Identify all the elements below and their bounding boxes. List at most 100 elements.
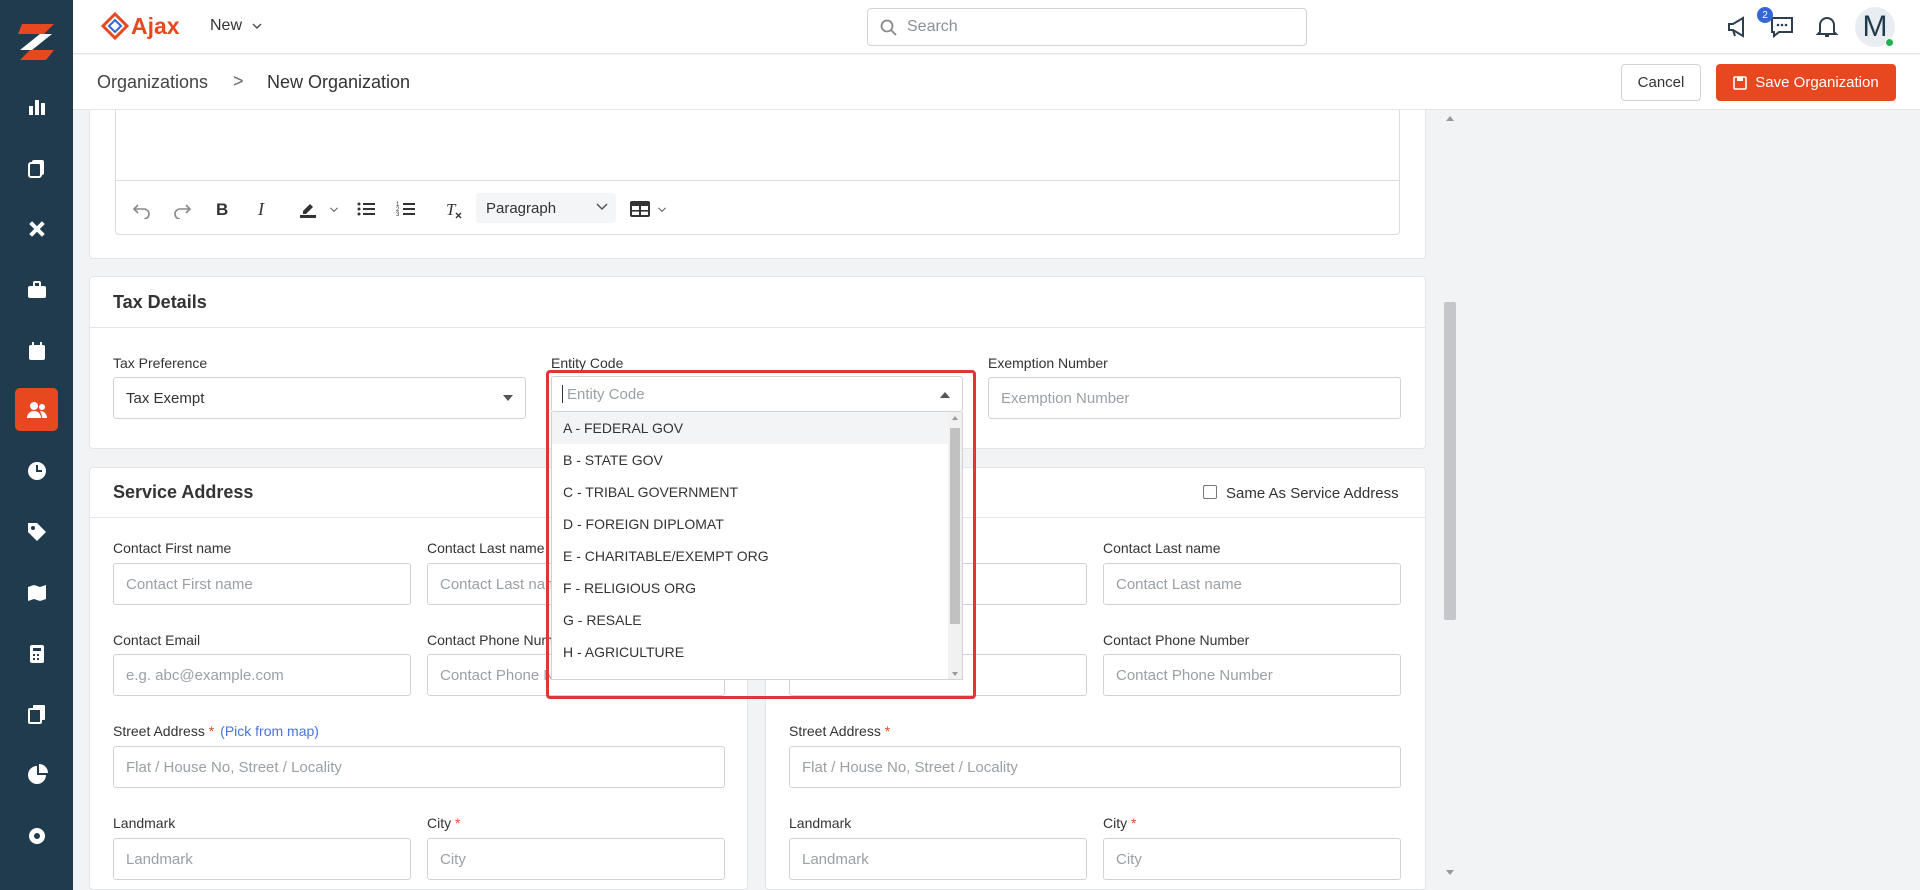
paragraph-style-select[interactable]: Paragraph xyxy=(476,193,616,223)
table-chevron-icon[interactable] xyxy=(656,198,668,220)
same-as-service-label: Same As Service Address xyxy=(1226,485,1399,502)
app-logo-icon[interactable] xyxy=(14,20,58,62)
exemption-number-input[interactable]: Exemption Number xyxy=(988,377,1401,419)
contact-email-label: Contact Email xyxy=(113,632,201,648)
required-marker: * xyxy=(455,815,461,831)
tax-preference-select[interactable]: Tax Exempt xyxy=(113,377,526,419)
highlight-chevron-icon[interactable] xyxy=(328,198,340,220)
billing-city-label-text: City xyxy=(1103,815,1128,831)
nav-calendar-icon[interactable] xyxy=(15,329,58,372)
same-as-service-checkbox[interactable] xyxy=(1203,485,1217,499)
landmark-label: Landmark xyxy=(113,815,176,831)
street-address-label: Street Address * (Pick from map) xyxy=(113,723,319,739)
billing-street-address-label: Street Address * xyxy=(789,723,890,739)
undo-icon[interactable] xyxy=(132,198,152,220)
nav-organizations-icon[interactable] xyxy=(15,388,58,431)
editor-toolbar: B I 123 T Paragraph xyxy=(116,180,1399,235)
online-status-dot xyxy=(1885,38,1894,47)
announcement-icon[interactable] xyxy=(1725,14,1751,40)
bullet-list-icon[interactable] xyxy=(356,198,376,220)
nav-quotes-icon[interactable] xyxy=(15,146,58,189)
nav-documents-icon[interactable] xyxy=(15,692,58,735)
nav-dashboard-icon[interactable] xyxy=(15,85,58,128)
street-address-input[interactable]: Flat / House No, Street / Locality xyxy=(113,746,725,788)
placeholder: Flat / House No, Street / Locality xyxy=(126,758,342,776)
search-icon xyxy=(880,19,897,36)
divider xyxy=(90,327,1425,328)
placeholder: e.g. abc@example.com xyxy=(126,666,284,684)
exemption-number-label: Exemption Number xyxy=(988,355,1108,371)
table-icon[interactable] xyxy=(630,198,650,220)
tax-details-title: Tax Details xyxy=(113,292,207,312)
billing-contact-last-name-input[interactable]: Contact Last name xyxy=(1103,563,1401,605)
contact-first-name-input[interactable]: Contact First name xyxy=(113,563,411,605)
billing-contact-phone-label: Contact Phone Number xyxy=(1103,632,1250,648)
nav-tools-icon[interactable] xyxy=(15,207,58,250)
required-marker: * xyxy=(1131,815,1137,831)
save-button-label: Save Organization xyxy=(1755,74,1879,91)
new-menu[interactable]: New xyxy=(210,17,262,35)
placeholder: Landmark xyxy=(802,850,869,868)
pick-from-map-link[interactable]: (Pick from map) xyxy=(220,723,319,739)
landmark-input[interactable]: Landmark xyxy=(113,838,411,880)
page-title: New Organization xyxy=(267,72,411,92)
placeholder: Contact Phone Number xyxy=(1116,666,1273,684)
save-icon xyxy=(1733,75,1748,90)
page-scrollbar-thumb[interactable] xyxy=(1444,302,1456,620)
numbered-list-icon[interactable]: 123 xyxy=(396,198,416,220)
left-nav xyxy=(0,0,73,890)
city-label: City * xyxy=(427,815,460,831)
tax-preference-value: Tax Exempt xyxy=(126,389,205,407)
billing-landmark-input[interactable]: Landmark xyxy=(789,838,1087,880)
required-marker: * xyxy=(208,723,215,739)
italic-icon[interactable]: I xyxy=(252,198,272,220)
page-header: Organizations > New Organization Cancel … xyxy=(73,55,1920,110)
brand-name: Ajax xyxy=(131,12,180,39)
nav-jobs-icon[interactable] xyxy=(15,268,58,311)
page-scroll-down-icon[interactable] xyxy=(1446,870,1454,875)
new-menu-label: New xyxy=(210,17,243,34)
placeholder: City xyxy=(440,850,466,868)
cancel-button[interactable]: Cancel xyxy=(1621,64,1701,101)
chevron-down-icon xyxy=(252,23,262,29)
chat-icon[interactable] xyxy=(1769,14,1795,40)
billing-street-address-input[interactable]: Flat / House No, Street / Locality xyxy=(789,746,1401,788)
redo-icon[interactable] xyxy=(172,198,192,220)
billing-landmark-label: Landmark xyxy=(789,815,852,831)
focus-highlight-box xyxy=(546,370,976,699)
nav-timesheet-icon[interactable] xyxy=(15,449,58,492)
brand-logo-icon xyxy=(101,12,129,40)
exemption-number-placeholder: Exemption Number xyxy=(1001,389,1130,407)
service-address-title: Service Address xyxy=(113,482,254,502)
breadcrumb-separator: > xyxy=(233,71,244,91)
nav-pricing-icon[interactable] xyxy=(15,510,58,553)
billing-city-label: City * xyxy=(1103,815,1136,831)
city-input[interactable]: City xyxy=(427,838,725,880)
brand[interactable]: Ajax xyxy=(101,8,180,44)
billing-city-input[interactable]: City xyxy=(1103,838,1401,880)
nav-map-icon[interactable] xyxy=(15,571,58,614)
breadcrumb-organizations[interactable]: Organizations xyxy=(97,72,208,93)
billing-contact-last-name-label: Contact Last name xyxy=(1103,540,1221,556)
nav-invoices-icon[interactable] xyxy=(15,632,58,675)
notification-bell-icon[interactable] xyxy=(1814,14,1840,40)
page-scroll-up-icon[interactable] xyxy=(1446,116,1454,121)
bold-icon[interactable]: B xyxy=(212,198,232,220)
rich-text-editor[interactable]: B I 123 T Paragraph xyxy=(115,110,1400,235)
billing-contact-phone-input[interactable]: Contact Phone Number xyxy=(1103,654,1401,696)
search-box xyxy=(867,8,1307,46)
placeholder: Flat / House No, Street / Locality xyxy=(802,758,1018,776)
placeholder: Contact First name xyxy=(126,575,253,593)
highlight-color-icon[interactable] xyxy=(298,198,318,220)
nav-settings-icon[interactable] xyxy=(15,814,58,857)
save-organization-button[interactable]: Save Organization xyxy=(1716,64,1896,101)
contact-email-input[interactable]: e.g. abc@example.com xyxy=(113,654,411,696)
placeholder: Landmark xyxy=(126,850,193,868)
top-bar: Ajax New xyxy=(73,0,1920,54)
nav-reports-icon[interactable] xyxy=(15,753,58,796)
notification-badge: 2 xyxy=(1757,7,1773,23)
clear-formatting-icon[interactable]: T xyxy=(444,198,464,220)
placeholder: City xyxy=(1116,850,1142,868)
tax-preference-label: Tax Preference xyxy=(113,355,208,371)
search-input[interactable] xyxy=(907,18,1287,36)
